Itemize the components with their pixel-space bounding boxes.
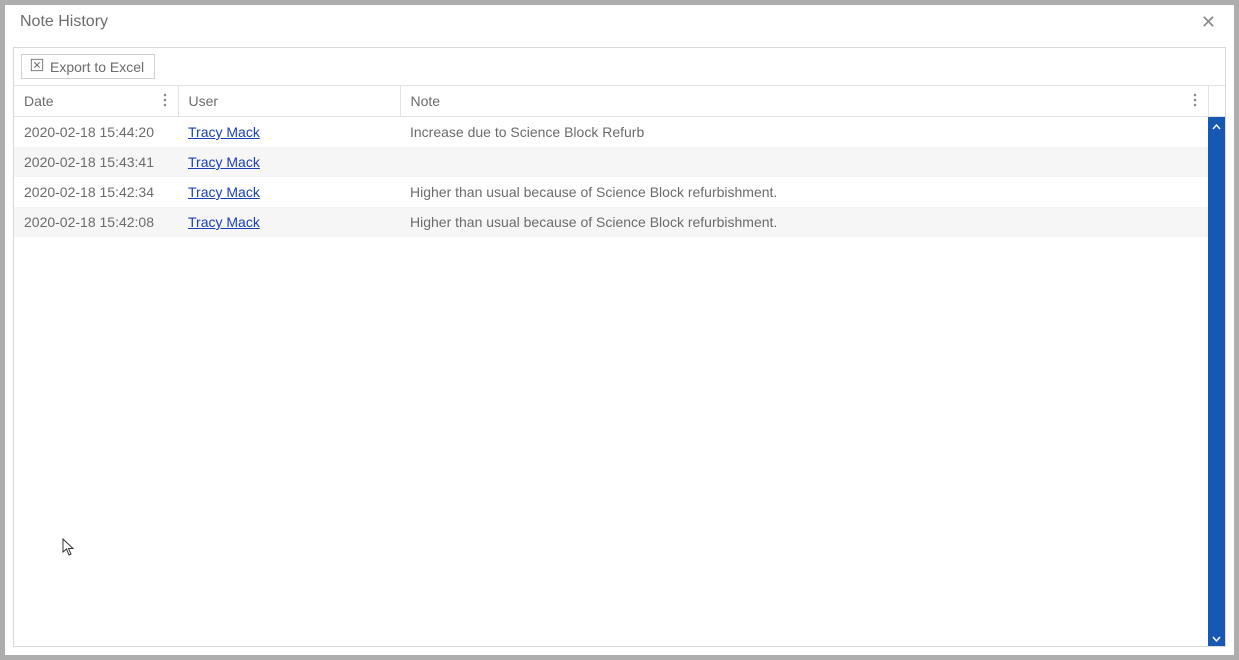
column-header-date[interactable]: Date [14, 86, 178, 117]
table-row[interactable]: 2020-02-18 15:42:34 Tracy Mack Higher th… [14, 177, 1208, 207]
scroll-gutter-header [1208, 86, 1225, 117]
user-link[interactable]: Tracy Mack [188, 154, 260, 170]
cell-date: 2020-02-18 15:44:20 [14, 117, 178, 147]
cell-date: 2020-02-18 15:42:34 [14, 177, 178, 207]
scroll-down-button[interactable] [1208, 629, 1225, 646]
cell-user: Tracy Mack [178, 117, 400, 147]
table-row[interactable]: 2020-02-18 15:43:41 Tracy Mack [14, 147, 1208, 177]
column-header-user-label: User [189, 93, 219, 109]
modal-body: Export to Excel Date [5, 39, 1234, 655]
vertical-scrollbar[interactable] [1208, 117, 1225, 646]
column-header-note-label: Note [411, 93, 441, 109]
export-to-excel-button[interactable]: Export to Excel [21, 54, 155, 79]
grid: Date User Note [14, 85, 1225, 646]
cell-date: 2020-02-18 15:42:08 [14, 207, 178, 237]
export-button-label: Export to Excel [50, 59, 144, 75]
grid-body: 2020-02-18 15:44:20 Tracy Mack Increase … [14, 117, 1225, 646]
column-header-user[interactable]: User [178, 86, 400, 117]
excel-icon [30, 58, 44, 75]
cell-user: Tracy Mack [178, 177, 400, 207]
grid-rows: 2020-02-18 15:44:20 Tracy Mack Increase … [14, 117, 1208, 646]
close-icon: ✕ [1201, 12, 1216, 32]
grid-container: Export to Excel Date [13, 47, 1226, 647]
cell-note: Higher than usual because of Science Blo… [400, 177, 1208, 207]
column-menu-note-button[interactable] [1187, 93, 1203, 109]
cell-user: Tracy Mack [178, 147, 400, 177]
toolbar: Export to Excel [14, 48, 1225, 85]
scroll-up-button[interactable] [1208, 117, 1225, 134]
user-link[interactable]: Tracy Mack [188, 124, 260, 140]
grid-header-table: Date User Note [14, 86, 1225, 117]
cell-note: Higher than usual because of Science Blo… [400, 207, 1208, 237]
close-button[interactable]: ✕ [1195, 11, 1222, 33]
user-link[interactable]: Tracy Mack [188, 184, 260, 200]
modal-header: Note History ✕ [5, 5, 1234, 39]
table-row[interactable]: 2020-02-18 15:42:08 Tracy Mack Higher th… [14, 207, 1208, 237]
cell-note [400, 147, 1208, 177]
table-row[interactable]: 2020-02-18 15:44:20 Tracy Mack Increase … [14, 117, 1208, 147]
note-history-modal: Note History ✕ Export to Excel [5, 5, 1234, 655]
column-header-note[interactable]: Note [400, 86, 1208, 117]
kebab-icon [163, 93, 167, 110]
header-row: Date User Note [14, 86, 1225, 117]
column-header-date-label: Date [24, 93, 54, 109]
modal-title: Note History [20, 13, 108, 31]
user-link[interactable]: Tracy Mack [188, 214, 260, 230]
chevron-down-icon [1212, 630, 1221, 645]
cell-note: Increase due to Science Block Refurb [400, 117, 1208, 147]
column-menu-date-button[interactable] [157, 93, 173, 109]
cell-user: Tracy Mack [178, 207, 400, 237]
cell-date: 2020-02-18 15:43:41 [14, 147, 178, 177]
chevron-up-icon [1212, 118, 1221, 133]
kebab-icon [1193, 93, 1197, 110]
